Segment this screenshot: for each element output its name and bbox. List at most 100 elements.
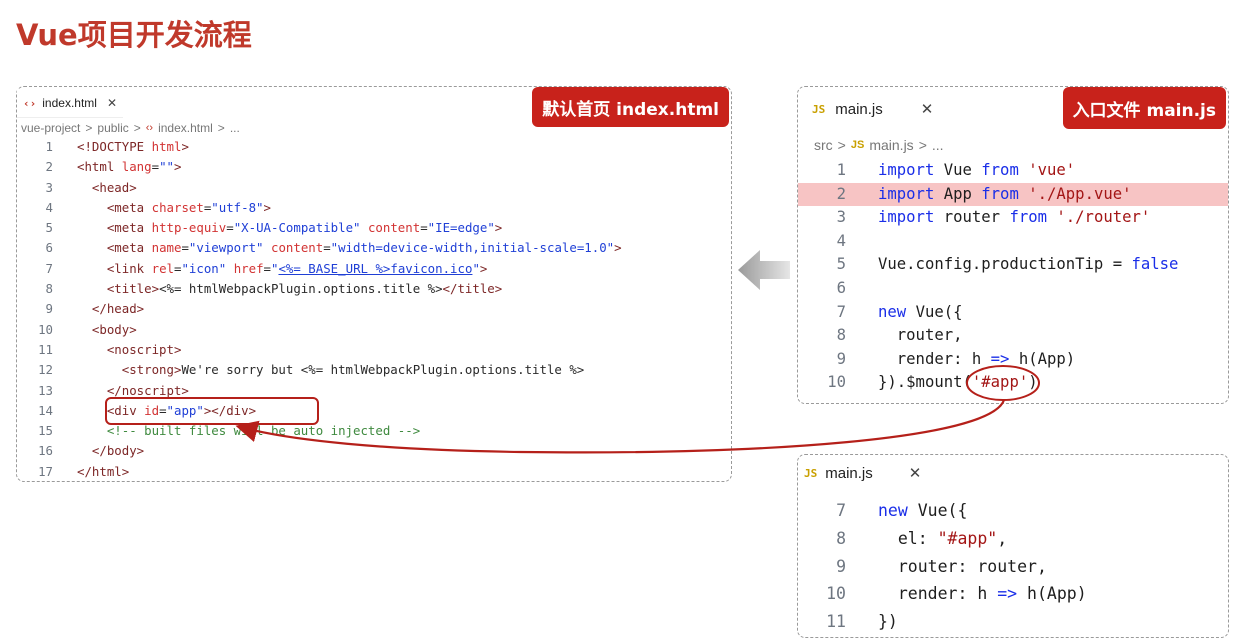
breadcrumb-item[interactable]: index.html (158, 121, 213, 135)
main-js-tab[interactable]: JS main.js ✕ (798, 455, 927, 491)
code-token: h(App) (1009, 349, 1076, 368)
code-text: <link rel="icon" href="<%= BASE_URL %>fa… (77, 259, 488, 279)
code-token: name (151, 240, 182, 256)
line-number: 9 (45, 301, 53, 317)
line-number: 16 (38, 443, 53, 459)
code-token: <head> (77, 179, 137, 195)
code-token: 'vue' (1028, 161, 1076, 179)
code-token: from (981, 184, 1029, 203)
code-token: false (1131, 255, 1179, 274)
line-number: 2 (836, 184, 846, 203)
code-token: = (420, 220, 428, 236)
code-token: import (878, 184, 944, 203)
line-number: 5 (836, 255, 846, 274)
breadcrumb-separator: > (918, 137, 927, 153)
line-number: 17 (38, 463, 53, 479)
code-token: => (990, 349, 1010, 368)
code-token: rel (151, 260, 174, 276)
javascript-file-icon: JS (812, 102, 826, 116)
index-html-tab[interactable]: ‹› index.html ✕ (17, 89, 124, 118)
code-token: "#app" (937, 528, 998, 548)
code-text: <title><%= htmlWebpackPlugin.options.tit… (77, 279, 502, 299)
breadcrumb-item[interactable]: ... (932, 137, 944, 153)
code-line: 16 </body> (17, 441, 731, 461)
code-line: 10 <body> (17, 320, 731, 340)
code-token: new (878, 501, 918, 520)
line-number: 9 (836, 556, 846, 576)
code-editor[interactable]: 7 new Vue({8 el: "#app", 9 router: router,… (798, 497, 1228, 636)
line-number: 8 (45, 281, 53, 297)
code-token: Vue.config.productionTip = (878, 255, 1132, 274)
code-token: "app" (166, 402, 204, 418)
code-token: <meta (77, 199, 152, 215)
close-icon[interactable]: ✕ (909, 464, 922, 482)
code-text: Vue.config.productionTip = false (878, 253, 1178, 277)
code-token: = (323, 240, 331, 256)
breadcrumb-item[interactable]: public (97, 121, 128, 135)
code-token: "" (159, 159, 174, 175)
code-line: 2 import App from './App.vue' (798, 182, 1228, 207)
code-line: 8 router, (798, 324, 1228, 348)
code-editor[interactable]: 1 import Vue from 'vue' 2 import App from '… (798, 159, 1228, 395)
breadcrumb-item[interactable]: src (814, 137, 833, 153)
code-text: render: h => h(App) (878, 580, 1087, 608)
line-number: 14 (38, 402, 53, 418)
code-token: <%= BASE_URL %>favicon.ico (278, 260, 473, 276)
line-number: 10 (827, 373, 846, 392)
code-token: "icon" (181, 260, 234, 276)
line-number: 11 (826, 612, 846, 632)
code-token: content (270, 240, 324, 256)
code-token: './router' (1056, 208, 1151, 227)
code-token: }) (878, 612, 898, 632)
code-token: </title> (442, 281, 503, 297)
code-token: <title> (77, 281, 160, 297)
breadcrumb-item[interactable]: ... (230, 121, 240, 135)
close-icon[interactable]: ✕ (921, 100, 934, 118)
main-js-tab[interactable]: JS main.js ✕ (798, 87, 947, 131)
code-text: import Vue from 'vue' (878, 159, 1075, 183)
code-token: '#app' (971, 373, 1029, 392)
breadcrumb-item[interactable]: vue-project (21, 121, 80, 135)
main-js-panel: JS main.js ✕ 入口文件 main.js src > JS main.js >… (797, 86, 1229, 404)
code-line: 8 el: "#app", (798, 525, 1228, 553)
breadcrumb-separator: > (133, 121, 141, 135)
code-text: <noscript> (77, 340, 182, 360)
code-text: el: "#app", (878, 525, 1007, 553)
code-line: 5 <meta http-equiv="X-UA-Compatible" con… (17, 218, 731, 238)
code-text: <strong>We're sorry but <%= htmlWebpackP… (77, 360, 585, 380)
file-type-icon[interactable]: ‹› (146, 122, 153, 134)
code-token: "X-UA-Compatible" (233, 220, 368, 236)
line-number: 13 (38, 382, 53, 398)
code-line: 3 import router from './router' (798, 206, 1228, 230)
code-editor[interactable]: 1 <!DOCTYPE html> 2 <html lang=""> 3 <head> 4… (17, 137, 731, 482)
code-token: => (997, 584, 1018, 604)
close-icon[interactable]: ✕ (107, 96, 117, 110)
default-homepage-badge: 默认首页 index.html (532, 87, 729, 127)
code-token: href (233, 260, 264, 276)
code-text: new Vue({ (878, 301, 963, 325)
line-number: 6 (836, 278, 846, 297)
code-token: > (479, 260, 488, 276)
code-token: > (181, 139, 189, 154)
code-text: render: h => h(App) (878, 348, 1075, 372)
code-token: </body> (77, 443, 145, 459)
code-token: }).$mount( (878, 373, 972, 392)
code-line: 3 <head> (17, 178, 731, 198)
code-token: lang (121, 159, 152, 175)
code-token: router (943, 208, 1010, 227)
code-token: content (367, 220, 421, 236)
breadcrumb-item[interactable]: main.js (869, 137, 913, 153)
code-line: 15 <!-- built files will be auto injecte… (17, 421, 731, 441)
breadcrumb-separator: > (217, 121, 225, 135)
code-token: App (943, 184, 982, 203)
code-line: 14 <div id="app"></div> (17, 401, 731, 421)
code-token: ) (1028, 373, 1038, 392)
code-token: > (614, 240, 622, 256)
line-number: 1 (836, 161, 846, 179)
code-line: 9 router: router, (798, 553, 1228, 581)
code-line: 9 </head> (17, 299, 731, 319)
file-type-icon[interactable]: JS (851, 139, 864, 151)
code-line: 6 <meta name="viewport" content="width=d… (17, 238, 731, 258)
code-token: router, (878, 326, 963, 345)
code-token: "viewport" (188, 240, 271, 256)
